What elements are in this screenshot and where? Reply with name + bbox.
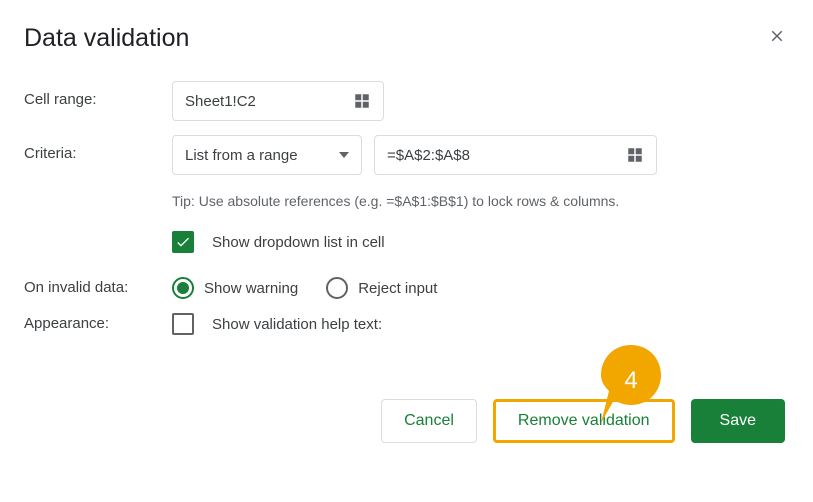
chevron-down-icon [339,152,349,158]
grid-select-icon[interactable] [353,92,371,110]
dialog-title: Data validation [24,24,189,53]
show-warning-radio[interactable]: Show warning [172,277,298,299]
save-button[interactable]: Save [691,399,785,443]
cancel-button[interactable]: Cancel [381,399,477,443]
close-icon [768,27,786,45]
criteria-range-field[interactable]: =$A$2:$A$8 [374,135,657,175]
reject-input-radio[interactable]: Reject input [326,277,437,299]
help-text-label: Show validation help text: [212,316,382,333]
appearance-row: Appearance: Show validation help text: [24,313,789,335]
checkmark-icon [175,234,191,250]
grid-select-icon[interactable] [626,146,644,164]
dialog-header: Data validation [24,24,789,53]
show-dropdown-row: Show dropdown list in cell [172,231,789,253]
criteria-label: Criteria: [24,135,172,162]
criteria-type-dropdown[interactable]: List from a range [172,135,362,175]
close-button[interactable] [765,24,789,48]
criteria-type-value: List from a range [185,147,333,164]
appearance-label: Appearance: [24,313,172,332]
show-warning-label: Show warning [204,280,298,297]
show-dropdown-label: Show dropdown list in cell [212,234,385,251]
radio-unselected-icon [326,277,348,299]
cell-range-value: Sheet1!C2 [185,93,353,110]
cell-range-row: Cell range: Sheet1!C2 [24,81,789,121]
cell-range-label: Cell range: [24,81,172,108]
dialog-footer: Cancel Remove validation Save [24,399,789,443]
data-validation-dialog: Data validation Cell range: Sheet1!C2 Cr… [0,0,813,467]
on-invalid-row: On invalid data: Show warning Reject inp… [24,277,789,299]
help-text-checkbox[interactable] [172,313,194,335]
criteria-tip: Tip: Use absolute references (e.g. =$A$1… [172,193,789,209]
cell-range-field[interactable]: Sheet1!C2 [172,81,384,121]
criteria-row: Criteria: List from a range =$A$2:$A$8 [24,135,789,175]
remove-validation-button[interactable]: Remove validation [493,399,675,443]
on-invalid-label: On invalid data: [24,277,172,296]
reject-input-label: Reject input [358,280,437,297]
radio-selected-icon [172,277,194,299]
show-dropdown-checkbox[interactable] [172,231,194,253]
criteria-range-value: =$A$2:$A$8 [387,147,626,164]
